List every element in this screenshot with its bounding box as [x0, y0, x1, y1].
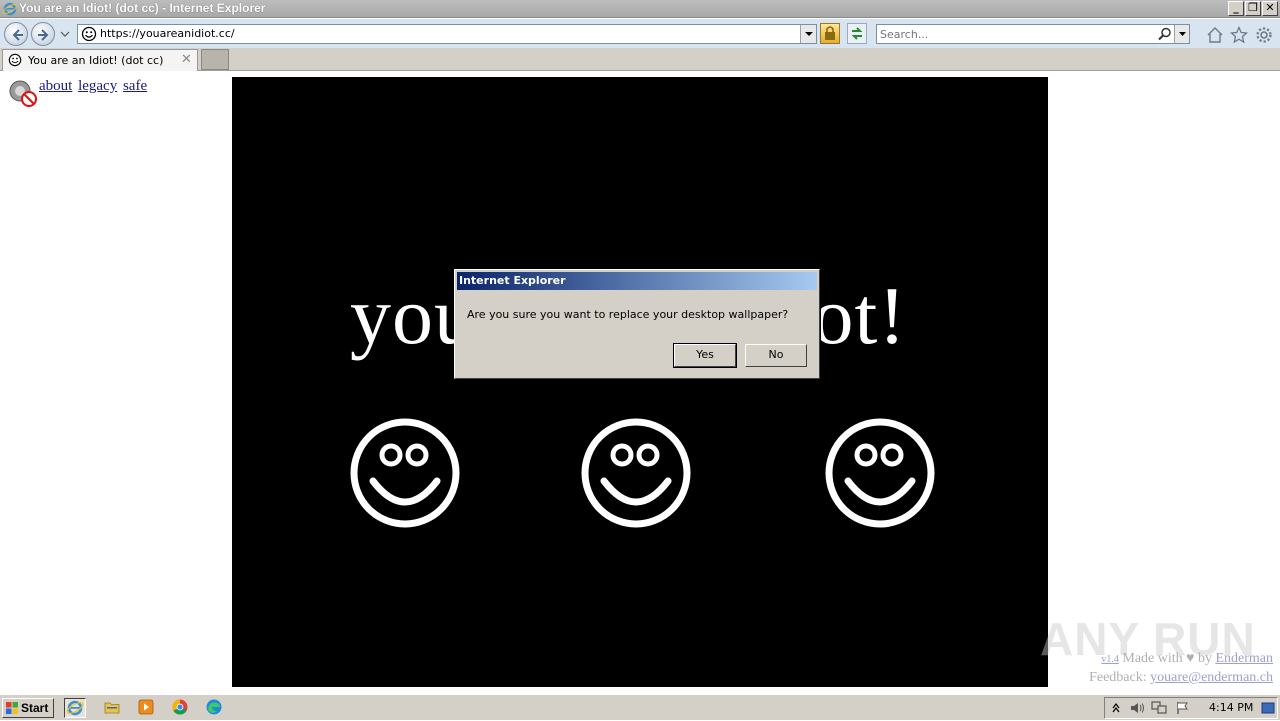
yes-button[interactable]: Yes: [673, 343, 737, 368]
show-hidden-icons-icon[interactable]: [1111, 702, 1121, 714]
smiley-favicon-icon: [81, 26, 97, 42]
taskbar-media-player[interactable]: [136, 698, 158, 718]
chevron-down-icon: [1179, 32, 1186, 36]
action-center-flag-icon[interactable]: [1175, 701, 1191, 715]
confirm-dialog: Internet Explorer Are you sure you want …: [454, 269, 820, 379]
tab-youareanidiot[interactable]: You are an Idiot! (dot cc) ✕: [2, 49, 198, 71]
history-dropdown-icon[interactable]: [60, 30, 70, 38]
page-content: about legacy safe you are an idiot! ANY …: [0, 72, 1280, 690]
smiley-face-icon: [581, 418, 691, 528]
edge-icon: [206, 699, 222, 715]
author-link[interactable]: Enderman: [1215, 651, 1273, 666]
address-dropdown-button[interactable]: [800, 25, 816, 43]
search-icon[interactable]: [1158, 27, 1172, 41]
close-tab-icon[interactable]: ✕: [181, 52, 192, 67]
forward-button[interactable]: [31, 22, 55, 46]
chrome-icon: [172, 699, 188, 715]
forward-arrow-icon: [38, 29, 49, 41]
start-button[interactable]: Start: [2, 698, 54, 718]
taskbar-edge[interactable]: [204, 698, 226, 718]
top-links: about legacy safe: [39, 78, 149, 95]
address-toolbar: https://youareanidiot.cc/: [0, 19, 1280, 48]
search-input[interactable]: [880, 26, 1150, 42]
animation-stage: you are an idiot!: [232, 77, 1048, 687]
security-lock-button[interactable]: [820, 23, 840, 44]
safe-link[interactable]: safe: [123, 78, 147, 94]
smiley-favicon-icon: [8, 53, 22, 67]
taskbar-clock[interactable]: 4:14 PM: [1209, 701, 1253, 714]
restore-button[interactable]: ❐: [1245, 1, 1261, 16]
smiley-face-icon: [350, 418, 460, 528]
network-icon[interactable]: [1151, 701, 1167, 715]
address-url[interactable]: https://youareanidiot.cc/: [100, 27, 235, 40]
system-tray: 4:14 PM: [1104, 697, 1278, 719]
favorites-star-icon[interactable]: [1230, 26, 1248, 44]
sound-muted-icon[interactable]: [7, 78, 39, 108]
taskbar-internet-explorer[interactable]: [64, 698, 86, 718]
refresh-button[interactable]: [847, 23, 867, 44]
legacy-link[interactable]: legacy: [78, 78, 117, 94]
version-link[interactable]: v1.4: [1101, 654, 1119, 665]
search-box[interactable]: [876, 24, 1190, 44]
dialog-titlebar[interactable]: Internet Explorer: [457, 272, 817, 290]
close-window-button[interactable]: ✕: [1262, 1, 1278, 16]
back-arrow-icon: [12, 29, 23, 41]
dialog-title: Internet Explorer: [459, 274, 566, 287]
by-text: by: [1197, 651, 1212, 666]
back-button[interactable]: [4, 22, 28, 46]
address-bar[interactable]: https://youareanidiot.cc/: [77, 24, 817, 44]
made-with-text: Made with: [1122, 651, 1183, 666]
new-tab-button[interactable]: [201, 49, 229, 70]
page-footer: v1.4 Made with ♥ by Enderman Feedback: y…: [1089, 650, 1273, 687]
taskbar: Start 4:14 PM: [0, 694, 1280, 720]
home-icon[interactable]: [1206, 26, 1224, 44]
feedback-email-link[interactable]: youare@enderman.ch: [1150, 670, 1273, 685]
lock-icon: [825, 26, 835, 40]
taskbar-chrome[interactable]: [170, 698, 192, 718]
folder-icon: [104, 702, 120, 714]
start-label: Start: [21, 701, 49, 715]
minimize-button[interactable]: _: [1228, 1, 1244, 16]
window-titlebar[interactable]: You are an Idiot! (dot cc) - Internet Ex…: [0, 0, 1280, 18]
windows-logo-icon: [6, 702, 18, 714]
refresh-icon: [851, 27, 863, 40]
about-link[interactable]: about: [39, 78, 72, 94]
show-desktop-icon[interactable]: [1261, 702, 1275, 714]
feedback-label: Feedback:: [1089, 670, 1147, 685]
chevron-down-icon: [805, 32, 813, 36]
internet-explorer-icon: [3, 2, 17, 16]
gear-icon[interactable]: [1255, 26, 1273, 44]
tab-label: You are an Idiot! (dot cc): [28, 54, 164, 67]
tab-bar: You are an Idiot! (dot cc) ✕: [0, 48, 1280, 71]
media-player-icon: [138, 699, 154, 715]
internet-explorer-icon: [66, 700, 84, 716]
footer-credit-line: v1.4 Made with ♥ by Enderman: [1089, 650, 1273, 669]
window-title: You are an Idiot! (dot cc) - Internet Ex…: [19, 1, 266, 15]
dialog-message: Are you sure you want to replace your de…: [467, 308, 789, 321]
no-button[interactable]: No: [745, 344, 807, 367]
volume-icon[interactable]: [1129, 701, 1145, 715]
footer-feedback-line: Feedback: youare@enderman.ch: [1089, 669, 1273, 687]
taskbar-file-explorer[interactable]: [102, 698, 124, 718]
smiley-face-icon: [825, 418, 935, 528]
search-dropdown-button[interactable]: [1174, 25, 1189, 43]
heart-icon: ♥: [1186, 651, 1195, 666]
